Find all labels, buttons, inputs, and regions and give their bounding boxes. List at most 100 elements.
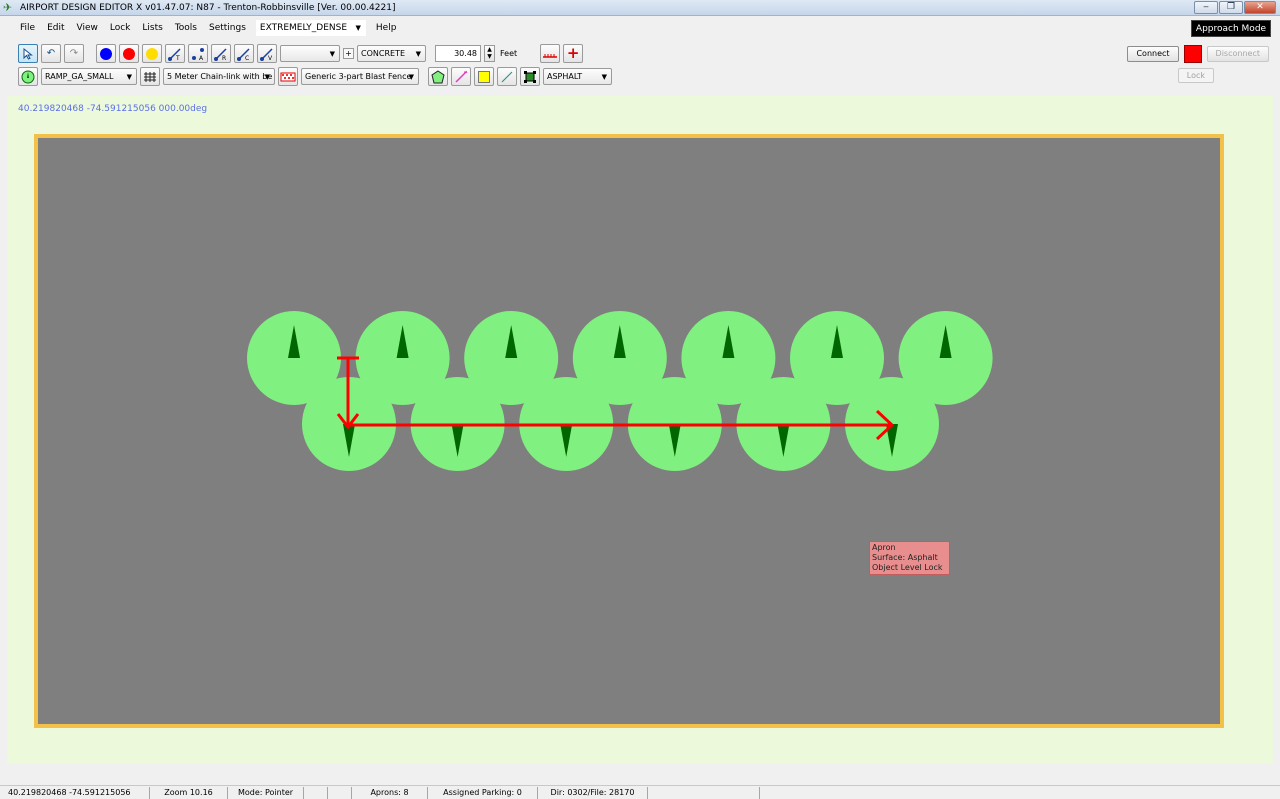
surface2-select[interactable]: ASPHALT ▼ <box>543 68 612 85</box>
menu-help[interactable]: Help <box>370 18 403 38</box>
blast-fence-tool-button[interactable] <box>278 67 298 86</box>
redo-icon: ↷ <box>69 48 79 59</box>
polygon-tool-button[interactable] <box>428 67 448 86</box>
density-select[interactable]: EXTREMELY_DENSE ▼ <box>255 20 366 36</box>
svg-text:R: R <box>222 55 226 61</box>
taxiway-node-v-button[interactable]: V <box>257 44 277 63</box>
disconnect-button[interactable]: Disconnect <box>1206 46 1269 62</box>
map-overlay <box>247 311 993 471</box>
pointer-icon <box>23 47 33 60</box>
density-value: EXTREMELY_DENSE <box>259 23 348 33</box>
menu-tools[interactable]: Tools <box>169 18 203 38</box>
status-blank-1 <box>304 786 328 799</box>
dropdown-arrow-icon: ▼ <box>264 72 270 81</box>
dropdown-arrow-icon: ▼ <box>415 49 421 58</box>
taxiway-node-t-button[interactable]: T <box>165 44 185 63</box>
magic-line-icon <box>455 70 468 83</box>
link-r-icon: R <box>214 47 227 61</box>
blast-fence-select[interactable]: Generic 3-part Blast Fence ▼ <box>301 68 419 85</box>
link-a-icon: A <box>192 47 204 61</box>
fence-tool-button[interactable] <box>140 67 160 86</box>
menu-settings[interactable]: Settings <box>203 18 252 38</box>
menu-file[interactable]: File <box>14 18 41 38</box>
status-dir-file: Dir: 0302/File: 28170 <box>538 786 648 799</box>
svg-text:A: A <box>199 55 204 61</box>
taxiway-node-a-button[interactable]: A <box>188 44 208 63</box>
line-pink-tool-button[interactable] <box>451 67 471 86</box>
dropdown-arrow-icon: ▼ <box>329 49 335 58</box>
link-type-select[interactable]: ▼ <box>280 45 340 62</box>
link-t-icon: T <box>168 47 181 61</box>
app-icon: ✈ <box>3 0 13 14</box>
yellow-node-button[interactable] <box>142 44 162 63</box>
surface-select[interactable]: CONCRETE ▼ <box>357 45 426 62</box>
tooltip-line-surface: Surface: Asphalt <box>872 553 938 562</box>
dropdown-arrow-icon: ▼ <box>408 72 414 81</box>
apron-tool-button[interactable] <box>520 67 540 86</box>
parking-tool-button[interactable] <box>18 67 38 86</box>
title-bar: ✈ AIRPORT DESIGN EDITOR X v01.47.07: N87… <box>0 0 1280 16</box>
parking-spot-icon <box>21 70 35 83</box>
pointer-tool-button[interactable] <box>18 44 38 63</box>
menu-bar: File Edit View Lock Lists Tools Settings… <box>0 18 1280 38</box>
blast-fence-value: Generic 3-part Blast Fence <box>305 72 412 81</box>
surface-value: CONCRETE <box>361 49 406 58</box>
apron-tooltip: Apron Surface: Asphalt Object Level Lock <box>869 541 950 575</box>
parking-type-value: RAMP_GA_SMALL <box>45 72 114 81</box>
status-bar: 40.219820468 -74.591215056 Zoom 10.16 Mo… <box>0 785 1280 799</box>
width-spinner[interactable]: ▲ ▼ <box>484 45 495 62</box>
add-marker-button[interactable]: + <box>563 44 584 63</box>
menu-lock[interactable]: Lock <box>104 18 137 38</box>
window-title: AIRPORT DESIGN EDITOR X v01.47.07: N87 -… <box>20 2 396 13</box>
redo-button[interactable]: ↷ <box>64 44 84 63</box>
measure-button[interactable] <box>540 44 561 63</box>
dropdown-arrow-icon: ▼ <box>601 72 607 81</box>
tooltip-line-type: Apron <box>872 543 896 552</box>
status-blank-2 <box>328 786 352 799</box>
add-small-button[interactable]: + <box>343 48 354 59</box>
yellow-area-tool-button[interactable] <box>474 67 494 86</box>
undo-button[interactable]: ↶ <box>41 44 61 63</box>
taxiway-node-c-button[interactable]: C <box>234 44 254 63</box>
lock-button[interactable]: Lock <box>1177 68 1214 83</box>
restore-button[interactable]: ❐ <box>1219 1 1243 14</box>
blue-node-button[interactable] <box>96 44 116 63</box>
yellow-dot-icon <box>146 47 158 60</box>
svg-text:C: C <box>245 55 249 61</box>
width-input[interactable]: 30.48 <box>435 45 481 62</box>
fence-type-value: 5 Meter Chain-link with be <box>167 72 273 81</box>
status-assigned-parking: Assigned Parking: 0 <box>428 786 538 799</box>
secondary-toolbar: RAMP_GA_SMALL ▼ 5 Meter Chain-link with … <box>18 67 612 86</box>
minimize-button[interactable]: ‒ <box>1194 1 1218 14</box>
close-button[interactable]: ✕ <box>1244 1 1276 14</box>
fence-type-select[interactable]: 5 Meter Chain-link with be ▼ <box>163 68 275 85</box>
link-v-icon: V <box>260 47 273 61</box>
svg-text:V: V <box>268 55 273 61</box>
status-mode: Mode: Pointer <box>228 786 304 799</box>
map-canvas[interactable]: 40.219820468 -74.591215056 000.00deg Apr… <box>7 96 1273 764</box>
fence-icon <box>144 71 156 82</box>
yellow-square-icon <box>478 70 490 83</box>
menu-lists[interactable]: Lists <box>136 18 168 38</box>
connect-button[interactable]: Connect <box>1127 46 1179 62</box>
apron-frame-icon <box>524 70 536 83</box>
status-aprons: Aprons: 8 <box>352 786 428 799</box>
parking-type-select[interactable]: RAMP_GA_SMALL ▼ <box>41 68 137 85</box>
diagonal-line-icon <box>501 71 513 82</box>
window-controls: ‒ ❐ ✕ <box>1194 1 1276 14</box>
menu-view[interactable]: View <box>71 18 104 38</box>
approach-mode-button[interactable]: Approach Mode <box>1191 20 1271 37</box>
menu-edit[interactable]: Edit <box>41 18 70 38</box>
dropdown-arrow-icon: ▼ <box>355 24 361 32</box>
dropdown-arrow-icon: ▼ <box>126 72 132 81</box>
taxiway-node-r-button[interactable]: R <box>211 44 231 63</box>
link-c-icon: C <box>237 47 250 61</box>
connection-controls: Connect Disconnect <box>1127 45 1269 63</box>
polygon-icon <box>431 69 445 83</box>
red-node-button[interactable] <box>119 44 139 63</box>
undo-icon: ↶ <box>46 48 56 59</box>
red-dot-icon <box>123 47 135 60</box>
status-empty <box>648 786 760 799</box>
connection-status-indicator <box>1183 45 1202 63</box>
diagonal-line-tool-button[interactable] <box>497 67 517 86</box>
